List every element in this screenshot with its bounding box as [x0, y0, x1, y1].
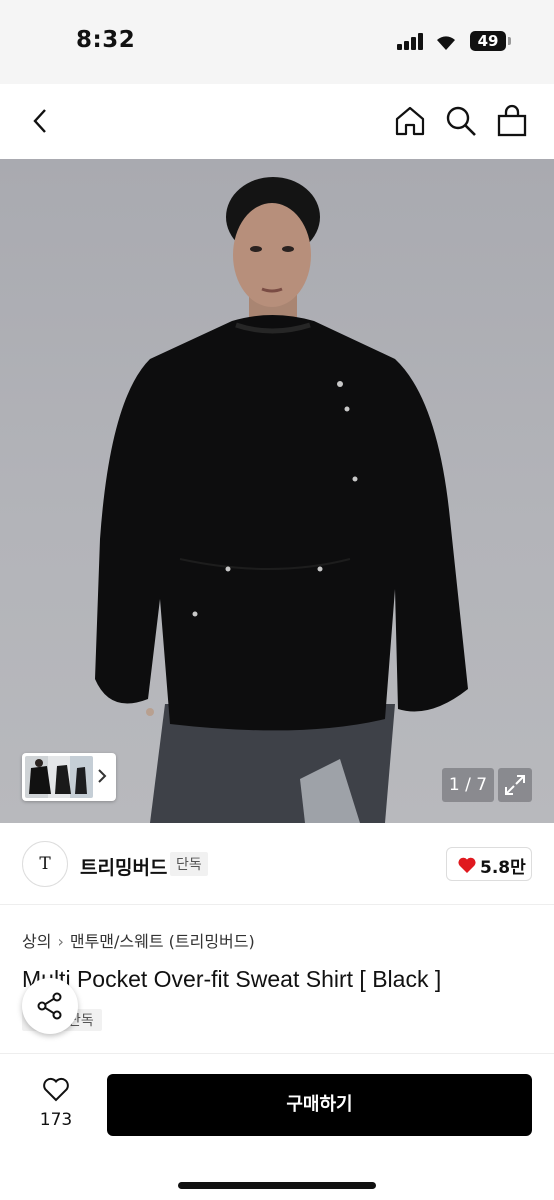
share-icon: [37, 992, 62, 1020]
exclusive-badge: 단독: [170, 852, 208, 876]
heart-outline-icon: [43, 1077, 69, 1102]
battery-cap: [508, 37, 511, 45]
product-photo: [95, 177, 468, 823]
home-indicator: [178, 1182, 376, 1189]
breadcrumb-item-top[interactable]: 상의: [22, 928, 51, 952]
wishlist-button[interactable]: 173: [32, 1074, 80, 1134]
top-nav: [0, 84, 554, 159]
buy-button[interactable]: 구매하기: [107, 1074, 532, 1136]
status-time: 8:32: [76, 27, 136, 53]
bottom-action-bar: 173 구매하기: [0, 1053, 554, 1200]
heart-filled-icon: [458, 857, 476, 873]
expand-icon[interactable]: [498, 768, 532, 802]
home-icon[interactable]: [393, 104, 427, 138]
brand-row[interactable]: T 트리밍버드 단독 5.8만: [0, 823, 554, 905]
brand-like-button[interactable]: 5.8만: [446, 847, 532, 881]
breadcrumb-separator-icon: ›: [57, 932, 64, 951]
chevron-right-icon[interactable]: [94, 766, 110, 786]
breadcrumb: 상의 › 맨투맨/스웨트 (트리밍버드): [22, 928, 255, 952]
image-counter: 1 / 7: [442, 768, 494, 802]
battery-icon: 49: [470, 31, 506, 51]
brand-name[interactable]: 트리밍버드: [80, 853, 167, 880]
back-icon[interactable]: [24, 104, 58, 138]
shopping-bag-icon[interactable]: [495, 104, 529, 138]
cellular-signal-icon: [397, 33, 425, 50]
product-image-gallery[interactable]: 1 / 7: [0, 159, 554, 823]
thumbnail-image[interactable]: [25, 756, 93, 798]
search-icon[interactable]: [444, 104, 478, 138]
brand-like-count: 5.8만: [480, 858, 526, 878]
share-button[interactable]: [22, 978, 78, 1034]
breadcrumb-item-sweatshirt[interactable]: 맨투맨/스웨트 (트리밍버드): [70, 928, 255, 952]
thumbnail-strip[interactable]: [22, 753, 116, 801]
wifi-icon: [434, 31, 458, 51]
brand-logo[interactable]: T: [22, 841, 68, 887]
product-title: Multi Pocket Over-fit Sweat Shirt [ Blac…: [22, 966, 442, 992]
status-bar: 8:32 49: [0, 0, 554, 84]
wishlist-count: 173: [39, 1110, 73, 1130]
